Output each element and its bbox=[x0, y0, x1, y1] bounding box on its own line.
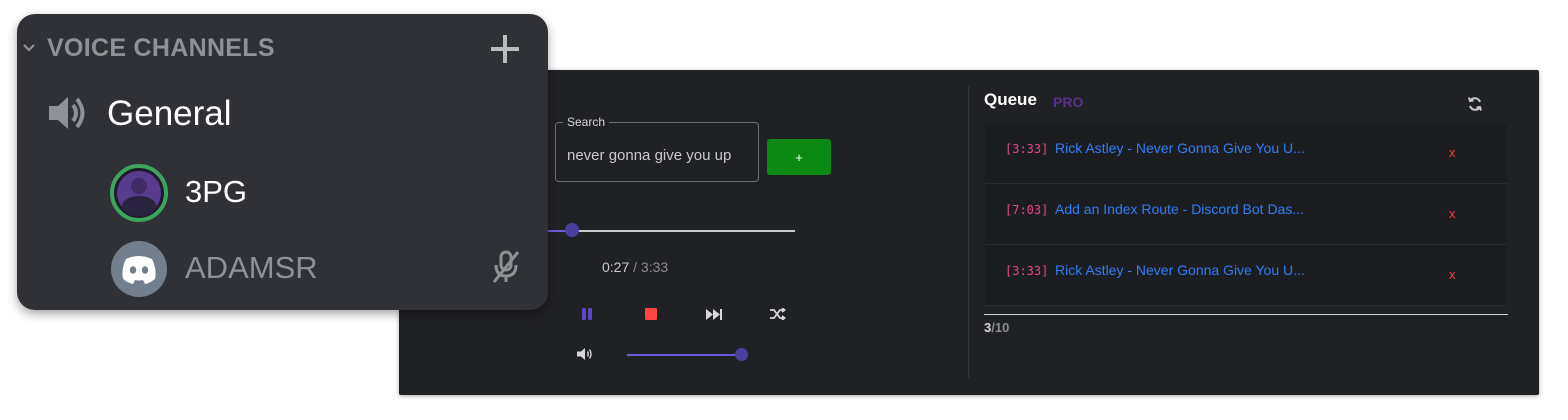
stop-icon[interactable] bbox=[641, 306, 661, 322]
plus-icon[interactable] bbox=[490, 34, 520, 69]
panel-divider bbox=[968, 86, 969, 378]
refresh-icon[interactable] bbox=[1467, 96, 1483, 112]
track-title-link[interactable]: Rick Astley - Never Gonna Give You U... bbox=[1055, 262, 1305, 278]
playback-time: 0:27 / 3:33 bbox=[602, 259, 668, 275]
track-duration: [3:33] bbox=[1005, 264, 1049, 278]
queue-item[interactable]: [7:03] Add an Index Route - Discord Bot … bbox=[985, 184, 1507, 245]
add-track-button[interactable]: + bbox=[767, 139, 831, 175]
queue-item[interactable]: [3:33] Rick Astley - Never Gonna Give Yo… bbox=[985, 245, 1507, 306]
track-duration: [3:33] bbox=[1005, 142, 1049, 156]
track-duration: [7:03] bbox=[1005, 203, 1049, 217]
shuffle-icon[interactable] bbox=[768, 306, 788, 322]
remove-track-button[interactable]: x bbox=[1449, 206, 1456, 221]
voice-user[interactable]: 3PG bbox=[110, 164, 530, 222]
search-field[interactable]: Search never gonna give you up bbox=[555, 115, 759, 182]
track-title-link[interactable]: Rick Astley - Never Gonna Give You U... bbox=[1055, 140, 1305, 156]
current-time: 0:27 bbox=[602, 259, 630, 275]
voice-channels-card: VOICE CHANNELS General 3PG ADAMSR bbox=[17, 14, 548, 310]
volume-slider[interactable] bbox=[627, 348, 748, 361]
voice-channels-header[interactable]: VOICE CHANNELS bbox=[47, 34, 275, 63]
fast-forward-icon[interactable] bbox=[704, 306, 724, 322]
discord-avatar bbox=[110, 240, 168, 298]
pro-badge: PRO bbox=[1053, 94, 1084, 110]
user-name: 3PG bbox=[185, 174, 248, 209]
speaker-icon bbox=[47, 94, 89, 137]
volume-icon[interactable] bbox=[576, 346, 596, 362]
queue-title: Queue bbox=[984, 90, 1037, 109]
volume-handle[interactable] bbox=[735, 348, 748, 361]
search-input[interactable]: never gonna give you up bbox=[567, 147, 731, 164]
chevron-down-icon[interactable] bbox=[22, 40, 36, 58]
queue-count: 3/10 bbox=[984, 320, 1009, 335]
track-title-link[interactable]: Add an Index Route - Discord Bot Das... bbox=[1055, 201, 1304, 217]
search-label: Search bbox=[563, 115, 610, 129]
seek-bar[interactable] bbox=[539, 223, 795, 237]
music-dashboard: Search never gonna give you up + 0:27 / … bbox=[399, 70, 1539, 395]
channel-name[interactable]: General bbox=[107, 94, 232, 134]
total-time: 3:33 bbox=[640, 259, 669, 275]
queue-divider bbox=[984, 314, 1508, 315]
pause-icon[interactable] bbox=[577, 306, 597, 322]
queue-list: [3:33] Rick Astley - Never Gonna Give Yo… bbox=[985, 123, 1507, 306]
queue-item[interactable]: [3:33] Rick Astley - Never Gonna Give Yo… bbox=[985, 123, 1507, 184]
remove-track-button[interactable]: x bbox=[1449, 267, 1456, 282]
remove-track-button[interactable]: x bbox=[1449, 145, 1456, 160]
bot-avatar bbox=[110, 164, 168, 222]
queue-count-max: 10 bbox=[994, 320, 1010, 335]
seek-handle[interactable] bbox=[565, 223, 579, 237]
voice-user[interactable]: ADAMSR bbox=[110, 240, 530, 298]
user-name: ADAMSR bbox=[185, 250, 318, 285]
time-separator: / bbox=[633, 259, 638, 275]
mic-muted-icon[interactable] bbox=[492, 250, 520, 289]
